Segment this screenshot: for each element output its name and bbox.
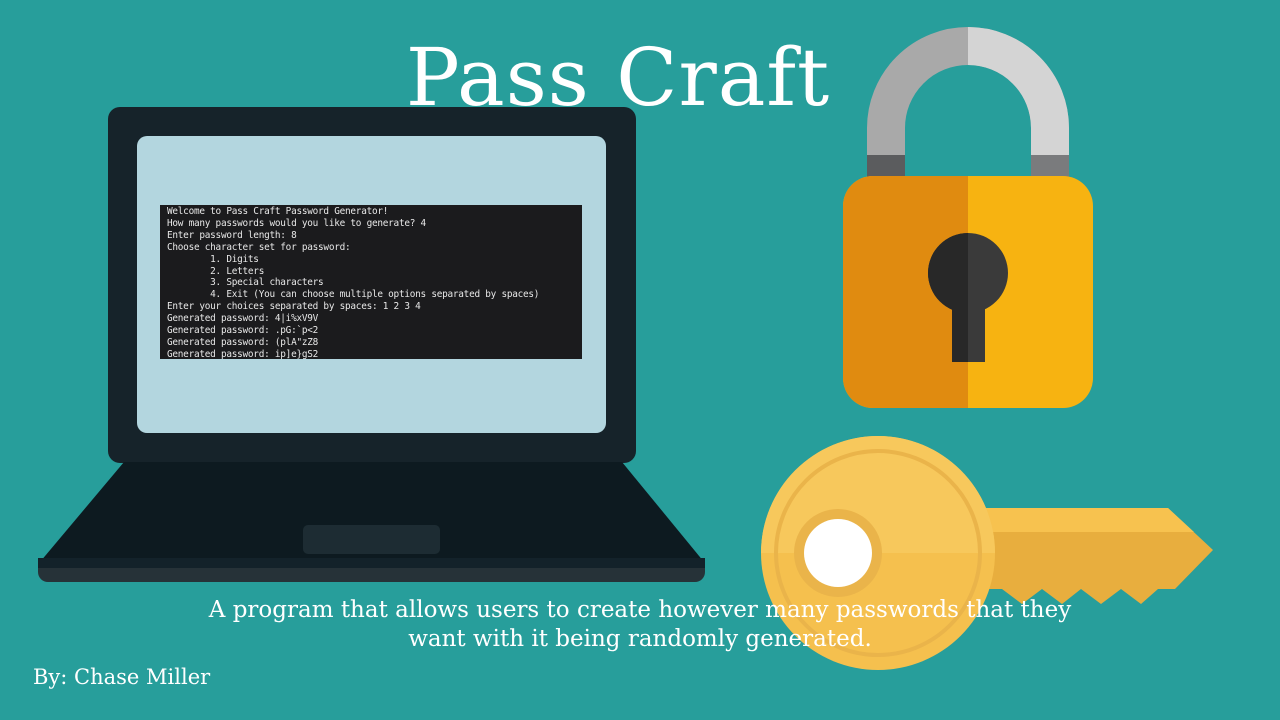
terminal-line: Welcome to Pass Craft Password Generator… [167,206,389,217]
terminal-line: Generated password: 4|i%xV9V [167,313,319,325]
terminal-output: Welcome to Pass Craft Password Generator… [160,205,582,359]
terminal-line: 3. Special characters [167,277,324,289]
terminal-line: Generated password: (plA"zZ8 [167,336,319,348]
terminal-line: Generated password: ip]e}gS2 [167,348,319,359]
author-credit: By: Chase Miller [33,665,211,689]
terminal-line: Generated password: .pG:`p<2 [167,325,319,337]
terminal-line: 1. Digits [167,253,259,265]
description-line: A program that allows users to create ho… [208,597,1072,623]
terminal-line: 4. Exit (You can choose multiple options… [167,289,540,301]
slide-title: Pass Craft [405,31,831,124]
terminal-line: Choose character set for password: [167,241,351,253]
terminal-line: Enter your choices separated by spaces: … [167,301,421,313]
terminal-line: How many passwords would you like to gen… [167,217,426,229]
terminal-line: 2. Letters [167,265,265,277]
description-line: want with it being randomly generated. [408,626,872,652]
slide-description: A program that allows users to create ho… [140,596,1140,654]
terminal-line: Enter password length: 8 [167,229,297,241]
